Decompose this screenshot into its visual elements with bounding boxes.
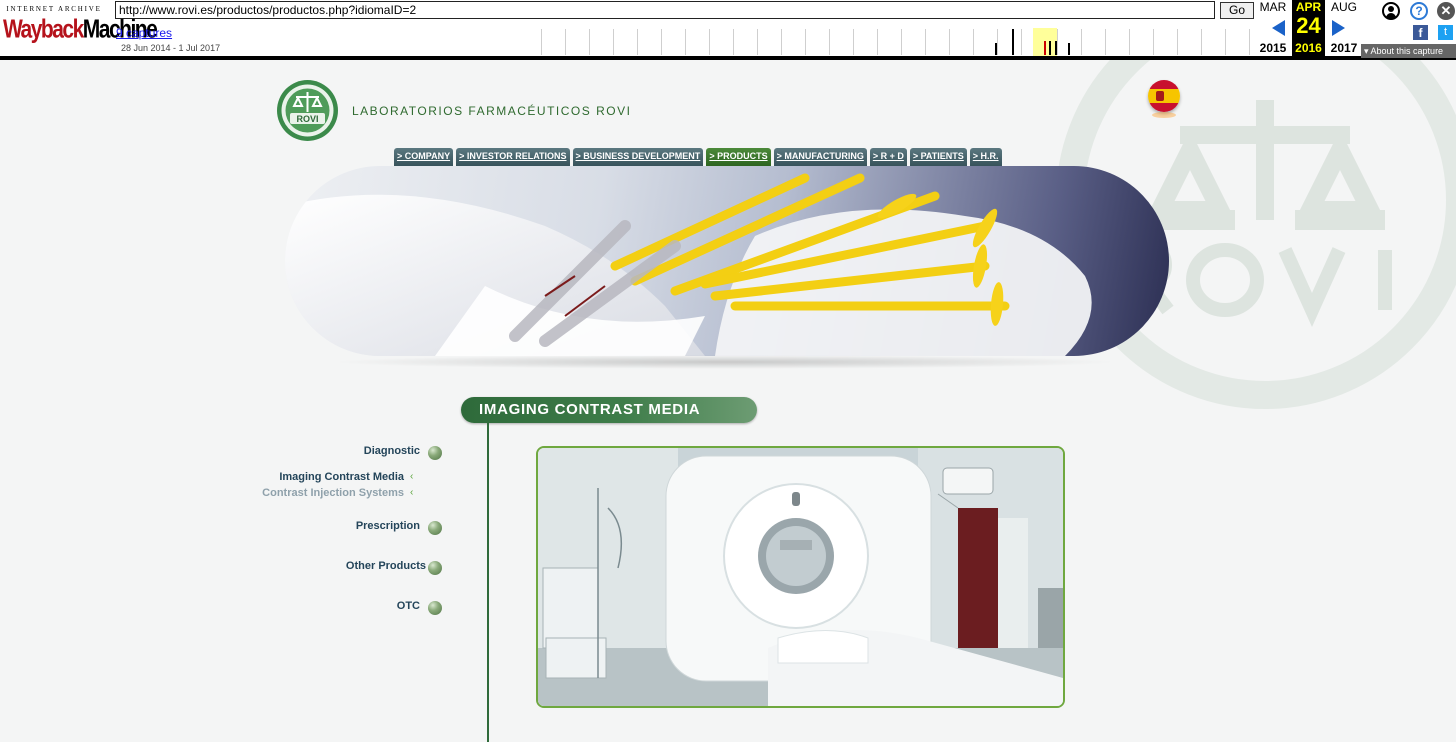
tab-hr[interactable]: > H.R. [969, 148, 1002, 166]
next-year-label[interactable]: 2017 [1329, 41, 1359, 55]
current-capture-date: APR 24 2016 [1292, 0, 1325, 58]
tab-investor-relations[interactable]: > INVESTOR RELATIONS [456, 148, 570, 166]
site-title: LABORATORIOS FARMACÉUTICOS ROVI [352, 104, 632, 118]
section-title: IMAGING CONTRAST MEDIA [479, 401, 701, 418]
wayback-toolbar: INTERNET ARCHIVE WaybackMachine http://w… [0, 0, 1456, 60]
tab-business-development[interactable]: > BUSINESS DEVELOPMENT [572, 148, 704, 166]
tab-r-and-d[interactable]: > R + D [869, 148, 907, 166]
menu-item-otc[interactable]: OTC [397, 600, 420, 612]
spain-flag-icon[interactable] [1148, 80, 1180, 112]
wayback-logo-caption: INTERNET ARCHIVE [6, 5, 102, 13]
tab-company[interactable]: > COMPANY [394, 148, 454, 166]
menu-item-diagnostic[interactable]: Diagnostic [364, 445, 420, 457]
svg-text:ROVI: ROVI [296, 114, 318, 124]
ct-scanner-photo [536, 446, 1065, 708]
facebook-icon[interactable]: f [1413, 25, 1428, 40]
next-month-label[interactable]: AUG [1329, 0, 1359, 14]
diagnostic-bullet-icon[interactable] [428, 446, 442, 460]
imaging-contrast-arrow-icon: ‹ [410, 471, 414, 482]
current-month: APR [1295, 0, 1322, 14]
main-nav: > COMPANY > INVESTOR RELATIONS > BUSINES… [394, 148, 1002, 166]
menu-item-prescription[interactable]: Prescription [356, 520, 420, 532]
current-day: 24 [1296, 13, 1321, 38]
current-year: 2016 [1295, 41, 1322, 55]
section-title-pill: IMAGING CONTRAST MEDIA [461, 397, 757, 423]
prev-year-label[interactable]: 2015 [1258, 41, 1288, 55]
other-products-bullet-icon[interactable] [428, 561, 442, 575]
about-capture-button[interactable]: ▾ About this capture [1361, 44, 1456, 58]
close-icon[interactable]: ✕ [1437, 2, 1455, 20]
tab-patients[interactable]: > PATIENTS [909, 148, 967, 166]
twitter-icon[interactable]: t [1438, 25, 1453, 40]
rovi-logo[interactable]: ROVI [276, 79, 339, 142]
next-capture-arrow-icon[interactable] [1332, 20, 1345, 36]
otc-bullet-icon[interactable] [428, 601, 442, 615]
url-input[interactable]: http://www.rovi.es/productos/productos.p… [115, 1, 1215, 19]
captures-link[interactable]: 9 captures [116, 26, 172, 40]
tab-manufacturing[interactable]: > MANUFACTURING [773, 148, 867, 166]
menu-item-other-products[interactable]: Other Products [346, 560, 426, 572]
user-icon[interactable] [1382, 2, 1400, 20]
prev-month-label[interactable]: MAR [1258, 0, 1288, 14]
banner-shadow [330, 355, 1120, 369]
tab-products[interactable]: > PRODUCTS [706, 148, 771, 166]
wayback-logo[interactable]: INTERNET ARCHIVE WaybackMachine [3, 5, 158, 47]
help-icon[interactable]: ? [1410, 2, 1428, 20]
menu-item-contrast-injection-systems[interactable]: Contrast Injection Systems [262, 487, 404, 499]
prev-capture-arrow-icon[interactable] [1272, 20, 1285, 36]
section-divider [487, 423, 489, 742]
contrast-injection-arrow-icon: ‹ [410, 487, 414, 498]
capture-sparkline[interactable] [541, 26, 1253, 58]
menu-item-imaging-contrast-media[interactable]: Imaging Contrast Media [279, 471, 404, 483]
capture-date-range: 28 Jun 2014 - 1 Jul 2017 [121, 43, 221, 53]
go-button[interactable]: Go [1220, 2, 1254, 19]
syringes-banner-image [285, 166, 1169, 356]
flag-reflection [1152, 112, 1176, 118]
prescription-bullet-icon[interactable] [428, 521, 442, 535]
